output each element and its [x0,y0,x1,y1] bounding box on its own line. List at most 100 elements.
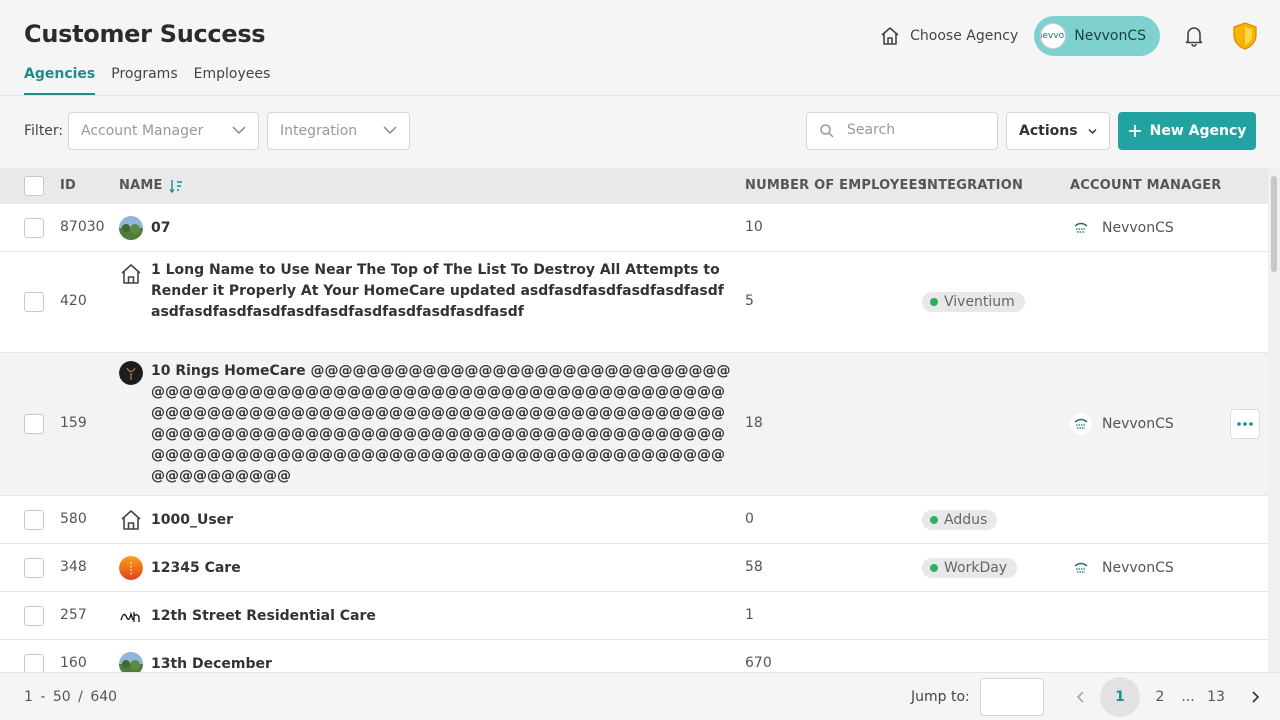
column-header-account-manager[interactable]: ACCOUNT MANAGER [1070,178,1222,193]
account-manager: NevvonCS [1070,217,1174,239]
filter-label: Filter: [24,123,64,139]
row-checkbox[interactable] [24,292,44,312]
results-range: 1 - 50 / 640 [24,689,118,705]
table-row[interactable]: 420 1 Long Name to Use Near The Top of T… [0,252,1268,353]
employee-count: 670 [745,655,772,671]
avatar-logo-text: nevvon [1041,31,1065,41]
signature-avatar [119,604,143,628]
row-checkbox[interactable] [24,558,44,578]
agency-name[interactable]: 1 Long Name to Use Near The Top of The L… [151,260,731,323]
header-actions: Choose Agency nevvon NevvonCS [880,16,1260,56]
agency-name[interactable]: 10 Rings HomeCare @@@@@@@@@@@@@@@@@@@@@@… [151,361,731,487]
chevron-right-icon [1252,691,1260,703]
page-button-2[interactable]: 2 [1140,677,1180,717]
table-row[interactable]: 160 13th December 670 [0,640,1268,672]
range-end: 50 [52,689,71,705]
manager-avatar [1070,413,1092,435]
new-agency-label: New Agency [1149,123,1247,139]
table-row[interactable]: 348 12345 Care 58 WorkDay NevvonCS [0,544,1268,592]
row-checkbox[interactable] [24,654,44,672]
jump-to-input[interactable] [980,678,1044,716]
shield-icon[interactable] [1230,21,1260,51]
employee-count: 18 [745,415,763,431]
table-scrollbar[interactable] [1268,168,1280,672]
table-row[interactable]: 87030 07 10 NevvonCS [0,204,1268,252]
page-button-1[interactable]: 1 [1100,677,1140,717]
search-icon [820,124,834,138]
integration-placeholder: Integration [280,123,358,139]
agency-id: 160 [60,655,87,671]
account-manager-select[interactable]: Account Manager [68,112,259,150]
page-title: Customer Success [24,20,266,48]
nevvon-logo-icon [1071,414,1091,434]
new-agency-button[interactable]: New Agency [1118,112,1256,150]
table-row[interactable]: 159 10 Rings HomeCare @@@@@@@@@@@@@@@@@@… [0,353,1268,496]
agency-id: 580 [60,511,87,527]
page-button-13[interactable]: 13 [1196,677,1236,717]
table-row[interactable]: 580 1000_User 0 Addus [0,496,1268,544]
integration-badge: Addus [922,510,998,530]
tab-employees[interactable]: Employees [194,66,271,95]
scrollbar-thumb[interactable] [1271,176,1277,272]
sort-icon[interactable] [169,178,183,194]
page-header: Customer Success Agencies Programs Emplo… [0,0,1280,96]
tab-programs[interactable]: Programs [111,66,177,95]
row-more-options-button[interactable] [1230,409,1260,439]
employee-count: 1 [745,607,754,623]
agency-name[interactable]: 07 [151,218,731,239]
actions-label: Actions [1019,123,1078,139]
actions-dropdown-button[interactable]: Actions [1006,112,1110,150]
column-header-id[interactable]: ID [60,178,76,193]
home-icon [121,264,141,284]
agency-id: 420 [60,293,87,309]
account-manager: NevvonCS [1070,557,1174,579]
choose-agency-button[interactable]: Choose Agency [880,26,1018,46]
row-checkbox[interactable] [24,414,44,434]
pagination-footer: 1 - 50 / 640 Jump to: 1 2 ... 13 [0,672,1280,720]
user-menu-button[interactable]: nevvon NevvonCS [1034,16,1160,56]
search-box [806,112,998,150]
user-avatar: nevvon [1040,23,1067,49]
jump-to-label: Jump to: [911,689,970,705]
row-checkbox[interactable] [24,510,44,530]
range-total: 640 [90,689,118,705]
employee-count: 10 [745,219,763,235]
row-checkbox[interactable] [24,606,44,626]
chevron-down-icon [383,126,397,135]
manager-name: NevvonCS [1102,416,1174,432]
page-ellipsis: ... [1181,689,1195,705]
agency-name[interactable]: 12345 Care [151,558,731,579]
column-header-name[interactable]: NAME [119,178,163,193]
dark-avatar [119,361,143,385]
manager-name: NevvonCS [1102,560,1174,576]
user-name: NevvonCS [1074,28,1146,44]
agency-name[interactable]: 12th Street Residential Care [151,606,731,627]
tab-bar: Agencies Programs Employees [24,66,270,95]
plus-icon [1128,125,1141,137]
next-page-button[interactable] [1236,677,1276,717]
chevron-left-icon [1076,691,1084,703]
employee-count: 5 [745,293,754,309]
landscape-avatar [119,652,143,672]
integration-badge: Viventium [922,292,1025,312]
agency-name[interactable]: 1000_User [151,510,731,531]
search-input[interactable] [847,122,987,138]
tab-agencies[interactable]: Agencies [24,66,96,95]
range-start: 1 [24,689,33,705]
chevron-down-icon [1088,128,1097,135]
column-header-integration[interactable]: INTEGRATION [922,178,1023,193]
employee-count: 58 [745,559,763,575]
integration-select[interactable]: Integration [267,112,410,150]
table-row[interactable]: 257 12th Street Residential Care 1 [0,592,1268,640]
integration-badge: WorkDay [922,558,1018,578]
home-icon [121,510,141,530]
agencies-table: ID NAME NUMBER OF EMPLOYEES INTEGRATION … [0,168,1268,672]
bell-icon[interactable] [1184,25,1204,47]
previous-page-button[interactable] [1060,677,1100,717]
agency-name[interactable]: 13th December [151,654,731,672]
row-checkbox[interactable] [24,218,44,238]
column-header-employees[interactable]: NUMBER OF EMPLOYEES [745,178,927,193]
more-horizontal-icon [1237,422,1253,426]
select-all-checkbox[interactable] [24,176,44,196]
pagination: 1 2 ... 13 [1060,677,1276,717]
